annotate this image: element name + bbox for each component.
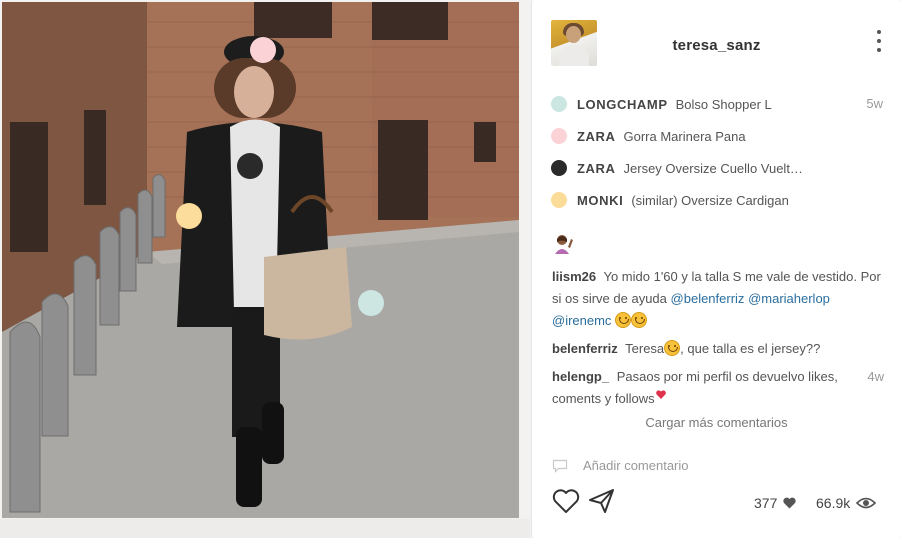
product-color-dot [551, 192, 567, 208]
views-number: 66.9k [816, 495, 851, 511]
comment-item: liism26 Yo mido 1'60 y la talla S me val… [552, 266, 884, 332]
username[interactable]: teresa_sanz [532, 37, 901, 54]
heart-emoji [655, 390, 666, 399]
product-brand: ZARA [577, 160, 616, 176]
add-comment-placeholder[interactable]: Añadir comentario [583, 458, 689, 473]
comment-item: belenferriz Teresa , que talla es el jers… [552, 338, 884, 360]
product-brand: LONGCHAMP [577, 96, 668, 112]
post-photo[interactable] [2, 2, 519, 518]
product-name: Bolso Shopper L [675, 96, 772, 112]
product-color-dot [551, 128, 567, 144]
product-color-dot [551, 96, 567, 112]
product-item-zara-gorra[interactable]: ZARA Gorra Marinera Pana [551, 120, 883, 152]
views-count: 66.9k [816, 495, 877, 511]
mention-link[interactable]: @irenemc [552, 313, 611, 328]
mention-link[interactable]: @mariaherlop [748, 291, 830, 306]
comment-timestamp: 4w [867, 369, 884, 384]
heart-outline-icon[interactable] [552, 488, 580, 514]
smile-emoji [631, 312, 648, 328]
product-tag-jersey[interactable] [237, 153, 263, 179]
page-background-strip [0, 519, 530, 538]
product-brand: MONKI [577, 192, 624, 208]
comment-list: liism26 Yo mido 1'60 y la talla S me val… [552, 266, 884, 416]
product-list: LONGCHAMP Bolso Shopper L 5w ZARA Gorra … [551, 88, 883, 216]
product-color-dot [551, 160, 567, 176]
comment-user[interactable]: helengp_ [552, 369, 609, 384]
post-detail-card: teresa_sanz LONGCHAMP Bolso Shopper L 5w… [531, 0, 901, 538]
product-name: (similar) Oversize Cardigan [631, 192, 789, 208]
product-brand: ZARA [577, 128, 616, 144]
more-vertical-icon[interactable] [874, 30, 884, 58]
woman-raising-hand-emoji [555, 235, 573, 254]
product-item-longchamp[interactable]: LONGCHAMP Bolso Shopper L 5w [551, 88, 883, 120]
comment-user[interactable]: belenferriz [552, 341, 618, 356]
product-name: Gorra Marinera Pana [623, 128, 746, 144]
action-bar: 377 66.9k [552, 488, 884, 518]
comment-bubble-icon [552, 459, 568, 473]
send-icon[interactable] [588, 488, 616, 514]
likes-count: 377 [754, 495, 797, 511]
post-timestamp: 5w [866, 96, 883, 111]
heart-filled-icon [783, 497, 797, 509]
smile-emoji [615, 312, 632, 328]
product-item-zara-jersey[interactable]: ZARA Jersey Oversize Cuello Vuelt… [551, 152, 883, 184]
likes-number: 377 [754, 495, 778, 511]
comment-item: helengp_ Pasaos por mi perfil os devuelv… [552, 366, 884, 410]
product-item-monki[interactable]: MONKI (similar) Oversize Cardigan [551, 184, 883, 216]
add-comment-field[interactable]: Añadir comentario [552, 456, 884, 476]
comment-text: , que talla es el jersey?? [680, 341, 821, 356]
product-tag-bag[interactable] [358, 290, 384, 316]
product-name: Jersey Oversize Cuello Vuelt… [623, 160, 803, 176]
load-more-comments-link[interactable]: Cargar más comentarios [532, 415, 901, 430]
street-scene-image [2, 2, 519, 518]
mention-link[interactable]: @belenferriz [671, 291, 745, 306]
comment-user[interactable]: liism26 [552, 269, 596, 284]
product-tag-cardigan[interactable] [176, 203, 202, 229]
post-header: teresa_sanz [532, 0, 901, 88]
comment-text: Teresa [625, 341, 665, 356]
product-tag-hat[interactable] [250, 37, 276, 63]
eye-icon [856, 497, 877, 509]
smile-emoji [664, 340, 681, 356]
